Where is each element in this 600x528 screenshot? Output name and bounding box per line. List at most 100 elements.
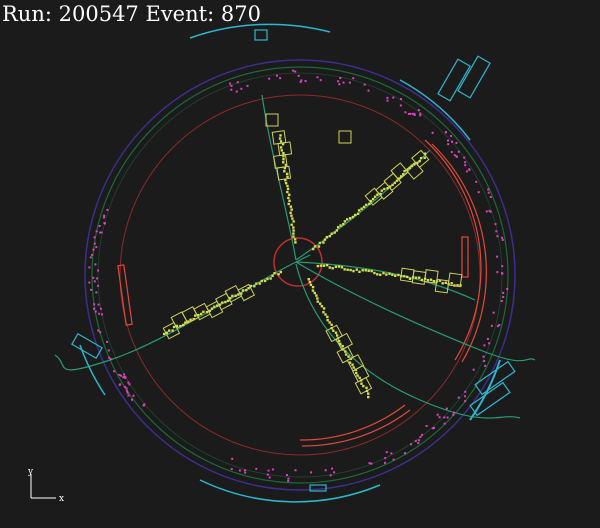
- hit-point: [328, 234, 332, 238]
- hit-point: [337, 265, 341, 268]
- hit-point: [342, 222, 345, 226]
- hit-point: [358, 376, 361, 380]
- hit-point: [163, 332, 166, 336]
- hit-point: [279, 146, 283, 149]
- calo-hit: [409, 443, 412, 446]
- calo-hit: [92, 307, 95, 310]
- calo-hit: [417, 442, 420, 445]
- calo-hit: [447, 143, 450, 146]
- hit-point: [286, 190, 289, 194]
- hit-point: [367, 395, 370, 399]
- calo-hit: [421, 433, 424, 436]
- calo-hit: [455, 155, 458, 158]
- calo-hit: [95, 246, 98, 249]
- calo-hit: [122, 376, 125, 379]
- calo-hit: [413, 113, 416, 116]
- hit-point: [385, 273, 388, 276]
- hit-point: [386, 187, 389, 190]
- calo-hit: [455, 141, 458, 144]
- calo-hit: [457, 150, 460, 153]
- hit-point: [352, 269, 355, 273]
- calo-hit: [99, 307, 102, 310]
- calo-hit: [319, 79, 322, 82]
- calo-hit: [483, 344, 486, 347]
- detector-boxes: [162, 113, 463, 395]
- hit-point: [260, 279, 263, 283]
- hit-point: [316, 300, 319, 303]
- hit-point: [282, 161, 285, 164]
- hit-point: [313, 291, 316, 295]
- hit-point: [326, 315, 329, 319]
- calo-hit: [404, 452, 407, 455]
- calo-hit: [272, 468, 275, 471]
- calo-hit: [130, 398, 133, 401]
- calo-hit: [465, 170, 468, 173]
- calo-hit: [464, 390, 467, 393]
- calo-hit: [292, 69, 295, 72]
- calo-hit: [329, 474, 332, 477]
- hit-point: [367, 392, 370, 395]
- calo-hit: [324, 469, 327, 472]
- hit-point: [245, 288, 248, 292]
- detector-box: [215, 292, 233, 311]
- calo-hit: [132, 394, 135, 397]
- calo-hit: [468, 168, 471, 171]
- hit-point: [273, 271, 276, 275]
- hit-point: [315, 294, 318, 297]
- hit-point: [247, 287, 250, 290]
- calo-hit: [90, 288, 93, 291]
- calo-hit: [418, 439, 421, 442]
- hit-point: [380, 189, 383, 192]
- hit-point: [365, 386, 368, 390]
- hit-point: [263, 279, 267, 283]
- hit-point: [292, 232, 295, 235]
- green-ring: [91, 66, 509, 484]
- hit-point: [317, 245, 321, 248]
- hit-point: [432, 280, 436, 283]
- hit-point: [426, 278, 430, 282]
- hit-point: [255, 282, 258, 285]
- calo-hit: [451, 140, 454, 143]
- hit-point: [406, 275, 409, 279]
- calo-hit: [255, 467, 258, 470]
- calo-hit: [230, 84, 233, 87]
- calo-hit: [95, 291, 98, 294]
- calo-hit: [370, 462, 373, 465]
- calo-hit: [495, 230, 498, 233]
- calo-hit: [445, 407, 448, 410]
- calo-hit: [496, 235, 499, 238]
- hit-point: [383, 187, 386, 191]
- hit-point: [258, 282, 261, 285]
- hit-point: [379, 273, 382, 276]
- hit-point: [429, 278, 433, 281]
- calo-hit: [92, 248, 95, 251]
- hit-point: [382, 271, 385, 275]
- calo-hit: [316, 76, 319, 79]
- hit-point: [213, 305, 216, 308]
- hit-point: [168, 329, 171, 332]
- red-ring: [119, 94, 481, 456]
- hit-point: [450, 282, 453, 285]
- hit-point: [308, 280, 312, 284]
- calo-hit: [91, 253, 94, 256]
- calo-hit: [294, 70, 297, 73]
- calo-hit: [93, 280, 96, 283]
- calo-hit: [246, 84, 249, 87]
- hit-point: [403, 275, 406, 278]
- calo-hit: [487, 191, 490, 194]
- calo-hit: [404, 111, 407, 114]
- hit-point: [316, 297, 319, 300]
- hit-point: [278, 137, 282, 140]
- calo-hit: [452, 413, 455, 416]
- hit-point: [226, 299, 230, 303]
- calo-hit: [333, 471, 336, 474]
- calo-hit: [331, 467, 334, 470]
- hit-point: [418, 276, 421, 279]
- calo-hit: [496, 271, 499, 274]
- calo-hit: [438, 416, 441, 419]
- calo-hit: [446, 416, 449, 419]
- hit-point: [320, 305, 324, 308]
- hit-point: [282, 151, 285, 155]
- calo-hit: [113, 370, 116, 373]
- hit-point: [419, 156, 423, 160]
